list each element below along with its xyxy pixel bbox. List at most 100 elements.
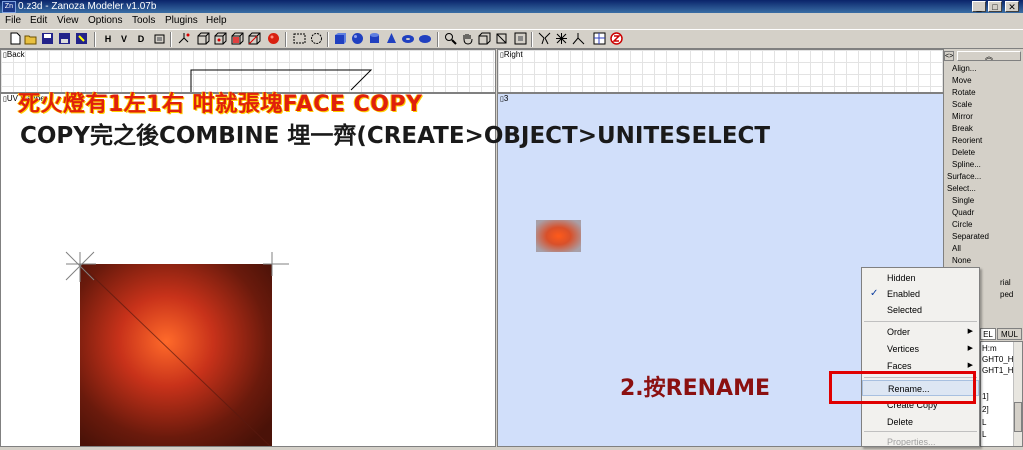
menu-plugins[interactable]: Plugins bbox=[165, 14, 198, 28]
light-direct-icon[interactable] bbox=[571, 32, 585, 46]
cube-face-icon[interactable] bbox=[230, 32, 244, 46]
panel-collapse-button[interactable]: <> bbox=[944, 51, 954, 61]
object-list[interactable]: H:m GHT0_H GHT1_H 1] 2] L L bbox=[980, 341, 1023, 447]
tab-mul[interactable]: MUL bbox=[997, 328, 1022, 340]
menu-help[interactable]: Help bbox=[206, 14, 227, 28]
menu-separator bbox=[864, 431, 977, 432]
select-quadr-button[interactable]: Quadr bbox=[949, 207, 1018, 218]
save-as-icon[interactable] bbox=[57, 32, 71, 46]
menu-edit[interactable]: Edit bbox=[30, 14, 47, 28]
dolly-icon[interactable] bbox=[494, 32, 508, 46]
submenu-arrow-icon: ▶ bbox=[967, 345, 973, 352]
toolbar-separator bbox=[437, 32, 439, 47]
light-spot-icon[interactable] bbox=[537, 32, 551, 46]
rotate-button[interactable]: Rotate bbox=[949, 87, 1018, 98]
viewport-label-back: ▯Back bbox=[3, 50, 25, 59]
select-all-button[interactable]: All bbox=[949, 243, 1018, 254]
torus-primitive-icon[interactable] bbox=[401, 32, 415, 46]
select-button[interactable]: Select... bbox=[944, 183, 1013, 194]
menu-item-delete[interactable]: Delete bbox=[862, 414, 979, 430]
scrollbar-thumb[interactable] bbox=[1014, 402, 1022, 432]
light-point-icon[interactable] bbox=[554, 32, 568, 46]
circle-select-icon[interactable] bbox=[309, 32, 323, 46]
cone-primitive-icon[interactable] bbox=[384, 32, 398, 46]
select-single-button[interactable]: Single bbox=[949, 195, 1018, 206]
list-item[interactable]: 1] bbox=[982, 392, 989, 402]
annotation-line-2: COPY完之後COMBINE 埋一齊(CREATE>OBJECT>UNITESE… bbox=[20, 123, 771, 149]
axis-icon[interactable] bbox=[176, 32, 190, 46]
scale-button[interactable]: Scale bbox=[949, 99, 1018, 110]
menu-item-order[interactable]: Order ▶ bbox=[862, 324, 979, 340]
menu-item-selected[interactable]: Selected bbox=[862, 302, 979, 318]
fit-view-icon[interactable] bbox=[513, 32, 527, 46]
minimize-button[interactable]: _ bbox=[972, 1, 986, 12]
mirror-button[interactable]: Mirror bbox=[949, 111, 1018, 122]
menu-file[interactable]: File bbox=[5, 14, 21, 28]
disc-primitive-icon[interactable] bbox=[418, 32, 432, 46]
list-item[interactable]: L bbox=[982, 430, 986, 440]
move-button[interactable]: Move bbox=[949, 75, 1018, 86]
rename-highlight-box bbox=[829, 371, 976, 404]
close-button[interactable]: ✕ bbox=[1005, 1, 1019, 12]
select-separated-button[interactable]: Separated bbox=[949, 231, 1018, 242]
toolbar: H V D bbox=[0, 29, 1023, 49]
menu-item-enabled[interactable]: ✓ Enabled bbox=[862, 286, 979, 302]
view-d-button[interactable]: D bbox=[134, 32, 148, 46]
save-icon[interactable] bbox=[40, 32, 54, 46]
lamp-face-object[interactable] bbox=[534, 218, 584, 254]
zoom-icon[interactable] bbox=[443, 32, 457, 46]
align-button[interactable]: Align... bbox=[949, 63, 1018, 74]
submenu-arrow-icon: ▶ bbox=[967, 328, 973, 335]
list-scrollbar[interactable] bbox=[1013, 342, 1022, 446]
panel-partial-label: ped bbox=[1000, 290, 1014, 299]
camera-icon[interactable] bbox=[152, 32, 166, 46]
list-item[interactable]: GHT1_H bbox=[982, 366, 1014, 376]
maximize-button[interactable]: □ bbox=[988, 1, 1002, 12]
view-h-button[interactable]: H bbox=[101, 32, 115, 46]
list-item[interactable]: 2] bbox=[982, 405, 989, 415]
box-primitive-icon[interactable] bbox=[333, 32, 347, 46]
surface-button[interactable]: Surface... bbox=[944, 171, 1013, 182]
reorient-button[interactable]: Reorient bbox=[949, 135, 1018, 146]
window-title: 0.z3d - Zanoza Modeler v1.07b bbox=[18, 1, 157, 12]
viewport-back[interactable]: ▯Back bbox=[0, 49, 496, 93]
menu-options[interactable]: Options bbox=[88, 14, 122, 28]
rect-select-icon[interactable] bbox=[292, 32, 306, 46]
tab-el[interactable]: EL bbox=[980, 328, 996, 340]
cube-edge-icon[interactable] bbox=[247, 32, 261, 46]
render-sphere-icon[interactable] bbox=[266, 32, 280, 46]
cube-wire-icon[interactable] bbox=[196, 32, 210, 46]
export-icon[interactable] bbox=[74, 32, 88, 46]
menu-view[interactable]: View bbox=[57, 14, 79, 28]
list-item[interactable]: L bbox=[982, 418, 986, 428]
toolbar-separator bbox=[170, 32, 172, 47]
panel-scroll-up-button[interactable]: ︽ bbox=[957, 51, 1021, 61]
sphere-primitive-icon[interactable] bbox=[350, 32, 364, 46]
menu-item-hidden[interactable]: Hidden bbox=[862, 270, 979, 286]
menu-tools[interactable]: Tools bbox=[132, 14, 155, 28]
app-icon: Zn bbox=[2, 1, 16, 13]
open-folder-icon[interactable] bbox=[24, 32, 38, 46]
delete-button[interactable]: Delete bbox=[949, 147, 1018, 158]
spline-button[interactable]: Spline... bbox=[949, 159, 1018, 170]
viewport-label-persp: ▯3 bbox=[500, 94, 509, 103]
list-item[interactable]: GHT0_H bbox=[982, 355, 1014, 365]
texture-icon[interactable] bbox=[592, 32, 606, 46]
cylinder-primitive-icon[interactable] bbox=[367, 32, 381, 46]
select-circle-button[interactable]: Circle bbox=[949, 219, 1018, 230]
new-file-icon[interactable] bbox=[8, 32, 22, 46]
menu-item-vertices[interactable]: Vertices ▶ bbox=[862, 341, 979, 357]
menu-item-properties[interactable]: Properties... bbox=[862, 434, 979, 450]
zanoza-logo-icon[interactable] bbox=[609, 32, 623, 46]
annotation-line-1: 死火燈有1左1右 咁就張塊FACE COPY bbox=[18, 92, 423, 117]
checkmark-icon: ✓ bbox=[870, 288, 879, 299]
menu-bar: File Edit View Options Tools Plugins Hel… bbox=[0, 13, 1023, 29]
view-v-button[interactable]: V bbox=[117, 32, 131, 46]
viewport-right[interactable]: ▯Right bbox=[497, 49, 944, 93]
list-item[interactable]: H:m bbox=[982, 344, 997, 354]
rotate-view-icon[interactable] bbox=[477, 32, 491, 46]
pan-hand-icon[interactable] bbox=[460, 32, 474, 46]
cube-select-icon[interactable] bbox=[213, 32, 227, 46]
break-button[interactable]: Break bbox=[949, 123, 1018, 134]
select-none-button[interactable]: None bbox=[949, 255, 1018, 266]
